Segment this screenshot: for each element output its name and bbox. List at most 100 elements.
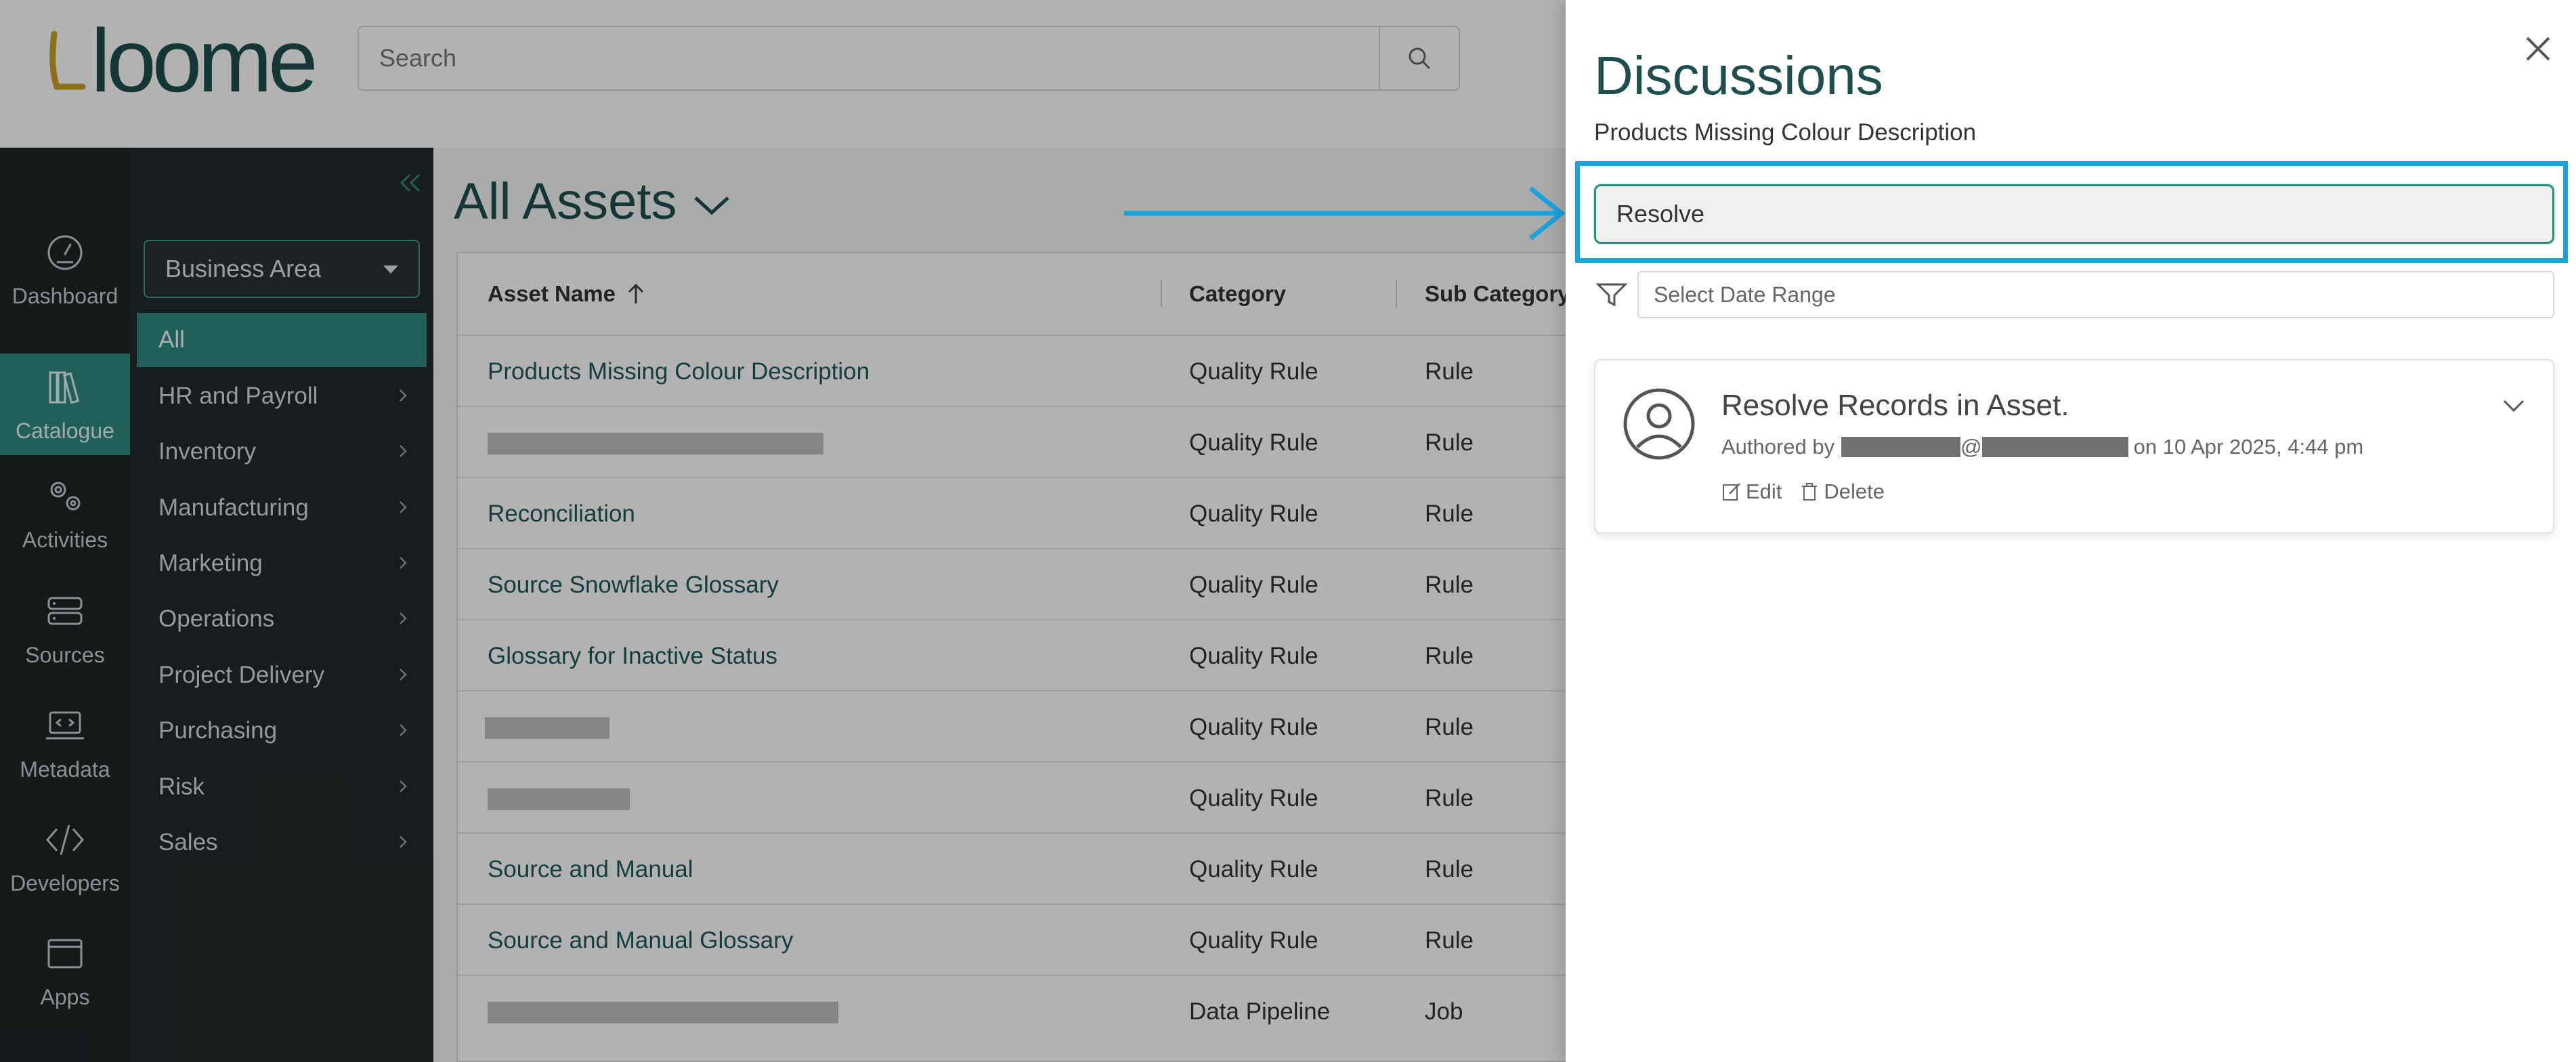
table-row[interactable]: Quality Rule Rule [458, 761, 1744, 832]
page-title: All Assets [454, 173, 677, 230]
rail-label: Apps [40, 984, 90, 1009]
table-row[interactable]: Source and Manual Quality Rule Rule [458, 832, 1744, 904]
asset-name-link[interactable]: Products Missing Colour Description [488, 336, 870, 407]
asset-category: Quality Rule [1189, 358, 1318, 385]
category-item-risk[interactable]: Risk [137, 760, 427, 814]
delete-button[interactable]: Delete [1799, 480, 1885, 504]
asset-sub-category: Rule [1425, 642, 1474, 669]
category-item-operations[interactable]: Operations [137, 592, 427, 646]
asset-sub-category: Rule [1425, 429, 1474, 456]
edit-button[interactable]: Edit [1721, 480, 1782, 504]
asset-sub-category: Rule [1425, 713, 1474, 740]
column-header-asset-name[interactable]: Asset Name [488, 253, 647, 335]
assets-table: Asset Name Category Sub Category Product… [456, 252, 1744, 1062]
rail-item-developers[interactable]: Developers [0, 806, 130, 908]
category-item-purchasing[interactable]: Purchasing [137, 704, 427, 758]
category-item-marketing[interactable]: Marketing [137, 536, 427, 591]
table-row[interactable]: Source and Manual Glossary Quality Rule … [458, 904, 1744, 975]
category-item-sales[interactable]: Sales [137, 815, 427, 870]
discussion-date: on 10 Apr 2025, 4:44 pm [2133, 435, 2364, 459]
table-row[interactable]: Quality Rule Rule [458, 406, 1744, 477]
redacted-asset-name[interactable] [488, 1002, 838, 1023]
asset-category: Quality Rule [1189, 713, 1318, 740]
redacted-asset-name[interactable] [488, 788, 630, 810]
discussion-search-input[interactable] [1596, 186, 2544, 242]
asset-sub-category: Job [1425, 998, 1463, 1025]
dashboard-gauge-icon [47, 235, 83, 270]
chevron-right-icon [400, 557, 407, 569]
category-item-manufacturing[interactable]: Manufacturing [137, 481, 427, 535]
asset-category: Quality Rule [1189, 855, 1318, 883]
rail-item-sources[interactable]: Sources [0, 578, 130, 679]
redacted-asset-name[interactable] [485, 717, 609, 739]
assets-view-dropdown[interactable]: All Assets [454, 172, 732, 231]
asset-name-link[interactable]: Source and Manual Glossary [488, 905, 793, 976]
category-label: Risk [158, 773, 205, 800]
chevron-right-icon [400, 612, 407, 624]
discussion-title[interactable]: Resolve Records in Asset. [1721, 389, 2069, 423]
rail-item-metadata[interactable]: Metadata [0, 692, 130, 794]
category-item-all[interactable]: All [137, 313, 427, 367]
asset-category: Quality Rule [1189, 642, 1318, 669]
user-avatar-icon [1623, 388, 1695, 460]
table-row[interactable]: Quality Rule Rule [458, 690, 1744, 761]
asset-sub-category: Rule [1425, 855, 1474, 883]
column-divider[interactable] [1396, 280, 1397, 307]
author-at-sign: @ [1960, 435, 1982, 459]
category-label: Manufacturing [158, 494, 309, 521]
asset-category: Quality Rule [1189, 927, 1318, 954]
discussions-panel: Discussions Products Missing Colour Desc… [1566, 0, 2576, 1062]
filter-icon[interactable] [1595, 280, 1628, 309]
column-divider[interactable] [1161, 280, 1162, 307]
rail-label: Metadata [20, 757, 110, 782]
rail-label: Activities [22, 527, 108, 552]
rail-item-activities[interactable]: Activities [0, 463, 130, 564]
category-item-project-delivery[interactable]: Project Delivery [137, 648, 427, 702]
asset-sub-category: Rule [1425, 500, 1474, 527]
rail-item-dashboard[interactable]: Dashboard [0, 215, 130, 324]
rail-label: Catalogue [16, 418, 114, 443]
asset-name-link[interactable]: Reconciliation [488, 478, 635, 549]
rail-item-catalogue[interactable]: Catalogue [0, 354, 130, 455]
table-row[interactable]: Source Snowflake Glossary Quality Rule R… [458, 548, 1744, 619]
discussion-search [1594, 184, 2554, 244]
category-label: Purchasing [158, 717, 278, 744]
collapse-sidebar-icon[interactable] [398, 169, 425, 196]
servers-icon [47, 597, 83, 624]
asset-sub-category: Rule [1425, 571, 1474, 598]
column-header-category[interactable]: Category [1189, 253, 1286, 335]
category-label: HR and Payroll [158, 383, 318, 409]
global-search-button[interactable] [1379, 27, 1459, 89]
redacted-asset-name[interactable] [488, 433, 823, 454]
asset-sub-category: Rule [1425, 358, 1474, 385]
rail-item-apps[interactable]: Apps [0, 920, 130, 1021]
asset-name-link[interactable]: Source and Manual [488, 834, 693, 905]
chevron-down-icon[interactable] [2502, 398, 2526, 415]
global-search-input[interactable] [359, 28, 1368, 89]
loome-logo[interactable]: loome [47, 16, 318, 106]
date-range-input[interactable]: Select Date Range [1637, 271, 2554, 318]
category-item-inventory[interactable]: Inventory [137, 425, 427, 479]
asset-name-link[interactable]: Source Snowflake Glossary [488, 549, 779, 620]
asset-name-link[interactable]: Glossary for Inactive Status [488, 620, 777, 692]
loome-logo-mark-icon [49, 30, 86, 90]
chevron-right-icon [400, 501, 407, 513]
category-label: Operations [158, 606, 275, 632]
business-area-select[interactable]: Business Area [144, 240, 420, 298]
panel-title: Discussions [1594, 45, 1883, 106]
logo-text: loome [91, 11, 318, 110]
asset-category: Quality Rule [1189, 500, 1318, 527]
table-row[interactable]: Data Pipeline Job [458, 975, 1744, 1046]
table-row[interactable]: Reconciliation Quality Rule Rule [458, 477, 1744, 548]
close-icon[interactable] [2520, 31, 2556, 66]
chevron-right-icon [400, 445, 407, 457]
panel-subtitle: Products Missing Colour Description [1594, 119, 1977, 146]
gears-icon [50, 482, 81, 510]
category-label: Inventory [158, 438, 256, 465]
table-row[interactable]: Glossary for Inactive Status Quality Rul… [458, 619, 1744, 690]
rail-label: Developers [10, 870, 120, 895]
discussion-card[interactable]: Resolve Records in Asset. Authored by @ … [1594, 359, 2554, 534]
category-item-hr-payroll[interactable]: HR and Payroll [137, 369, 427, 423]
table-row[interactable]: Products Missing Colour Description Qual… [458, 335, 1744, 406]
column-header-sub-category[interactable]: Sub Category [1425, 253, 1570, 335]
